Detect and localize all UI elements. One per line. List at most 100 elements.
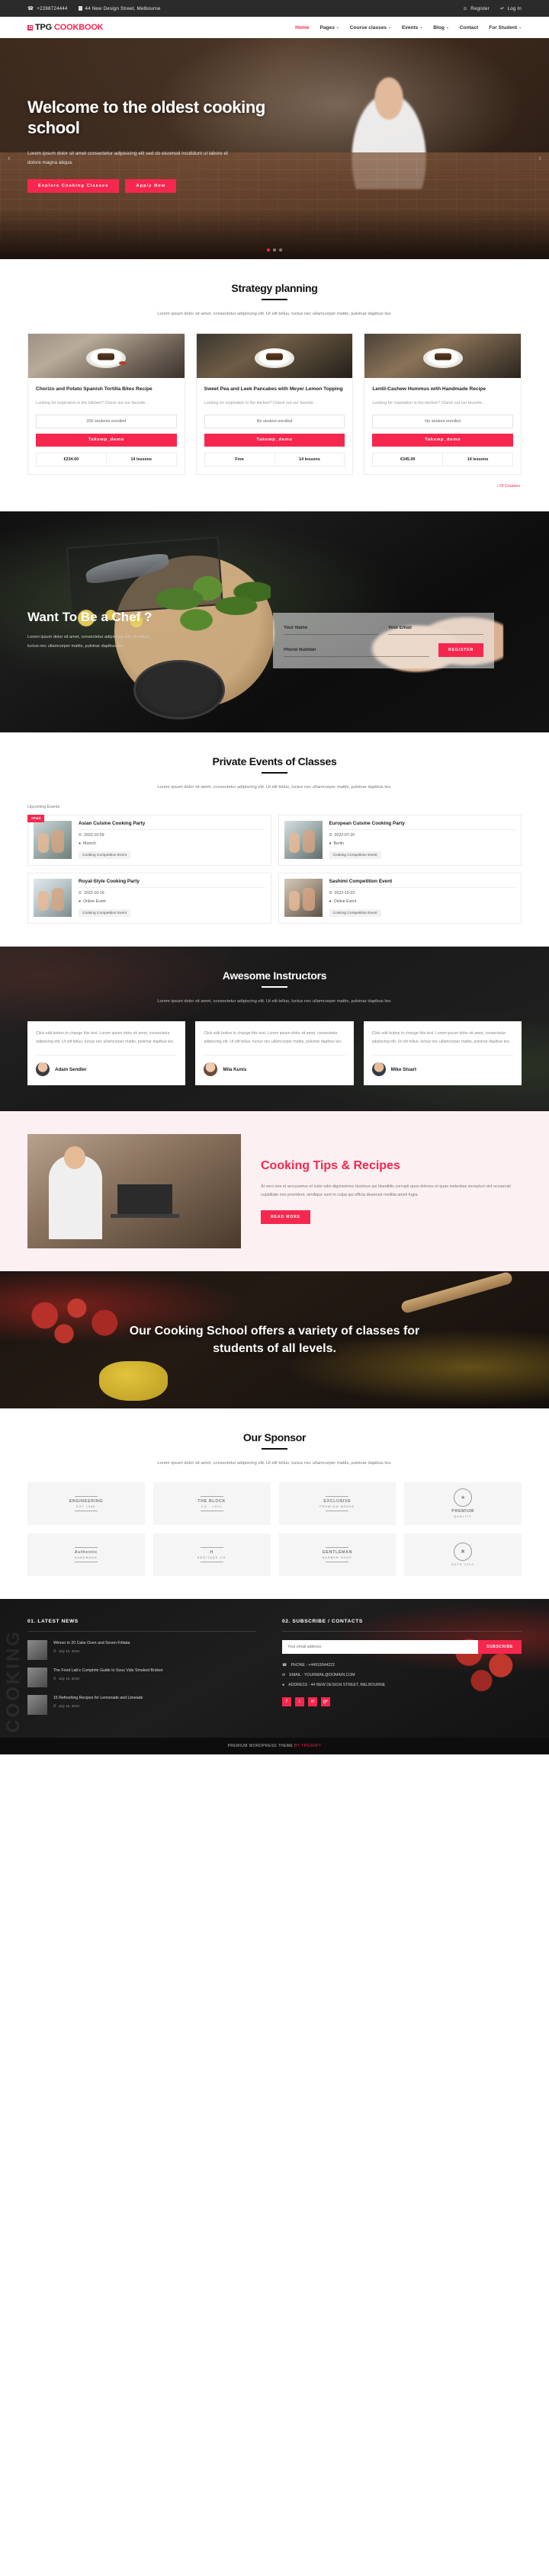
event-info: Sashimi Competition Event ⏱ 2022-10-23 ●… <box>329 879 516 918</box>
nav-item-contact[interactable]: Contact <box>460 25 479 30</box>
login-link[interactable]: ↵ Log In <box>500 5 522 12</box>
course-title: Lentil-Cashew Hummus with Handmade Recip… <box>372 386 486 392</box>
sponsor-logo[interactable]: GENTLEMAN BARBER SHOP <box>278 1533 396 1576</box>
course-cta-button[interactable]: Takewp_demo <box>36 433 177 447</box>
news-date-row: ⏱ July 15, 2018 <box>53 1649 256 1653</box>
sponsor-logo[interactable]: Authentic HANDMADE <box>27 1533 145 1576</box>
sponsor-logo[interactable]: EXCLUSIVE PREMIUM BRAND <box>278 1482 396 1525</box>
name-input[interactable] <box>284 622 379 635</box>
pepper-image <box>99 1361 168 1402</box>
instructor-card[interactable]: Click edit button to change this text. L… <box>363 1021 522 1086</box>
news-item[interactable]: Winner in 20 Cake Oven and Seven Frittat… <box>27 1639 256 1660</box>
nav-label: Pages <box>319 24 335 30</box>
event-card[interactable]: #Paid Asian Cuisine Cooking Party ⏱ 2022… <box>27 814 271 866</box>
footer-email-text: EMAIL : YOURMAIL@DOMAIN.COM <box>289 1672 355 1677</box>
course-meta: €234.00 14 lessons <box>36 452 177 466</box>
nav-label: Contact <box>459 24 479 30</box>
instructor-card[interactable]: Click edit button to change this text. L… <box>27 1021 186 1086</box>
event-card[interactable]: Sashimi Competition Event ⏱ 2022-10-23 ●… <box>278 872 522 924</box>
phone-icon: ☎ <box>27 6 34 11</box>
course-cta-button[interactable]: Takewp_demo <box>372 433 514 447</box>
sponsor-logo[interactable]: ENGINEERING EST 1986 <box>27 1482 145 1525</box>
facebook-icon[interactable]: f <box>282 1697 291 1706</box>
explore-classes-button[interactable]: Explore Cooking Classes <box>27 179 120 194</box>
carousel-next-arrow[interactable]: › <box>538 154 541 163</box>
linkedin-icon[interactable]: in <box>308 1697 317 1706</box>
copyright-brand[interactable]: BY TPGSOFT <box>294 1744 322 1748</box>
carousel-prev-arrow[interactable]: ‹ <box>8 154 11 163</box>
event-card[interactable]: Royal-Style Cooking Party ⏱ 2022-10-16 ●… <box>27 872 271 924</box>
nav-item-blog[interactable]: Blog ⌄ <box>433 25 448 30</box>
sponsor-logo[interactable]: H HERITAGE CO <box>152 1533 271 1576</box>
tips-title: Cooking Tips & Recipes <box>261 1159 400 1173</box>
carousel-dot[interactable] <box>273 248 276 252</box>
sponsor-logo[interactable]: ★ PREMIUM QUALITY <box>404 1482 522 1525</box>
register-link[interactable]: ☺ Register <box>462 6 489 11</box>
form-row-1 <box>284 622 483 635</box>
instructor-card[interactable]: Click edit button to change this text. L… <box>195 1021 354 1086</box>
brand-logo[interactable]: TPG COOKBOOK <box>27 23 104 32</box>
chevron-down-icon: ⌄ <box>518 25 522 29</box>
googleplus-icon[interactable]: g+ <box>321 1697 330 1706</box>
phone-input[interactable] <box>284 644 430 657</box>
events-subtitle: Lorem ipsum dolor sit amet, consectetur … <box>157 784 392 790</box>
course-card[interactable]: Lentil-Cashew Hummus with Handmade Recip… <box>364 332 522 475</box>
event-thumbnail <box>34 878 72 917</box>
nav-item-home[interactable]: Home <box>295 25 309 30</box>
register-submit-button[interactable]: REGISTER <box>438 642 483 657</box>
event-place-row: ● Online Event <box>329 899 516 904</box>
event-place-row: ● Berlin <box>329 841 516 846</box>
sponsor-logo[interactable]: THE BLOCK CO · 1924 <box>152 1482 271 1525</box>
carousel-dot[interactable] <box>279 248 282 252</box>
event-thumbnail <box>34 820 72 859</box>
rolling-pin-image <box>400 1271 514 1315</box>
carousel-dot[interactable] <box>267 248 270 252</box>
nav-label: For Student <box>489 24 518 30</box>
event-card[interactable]: European Cuisine Cooking Party ⏱ 2022-07… <box>278 814 522 866</box>
news-thumbnail <box>27 1667 47 1687</box>
nav-item-for-student[interactable]: For Student ⌄ <box>489 25 522 30</box>
course-thumbnail <box>28 333 185 378</box>
news-date: July 15, 2018 <box>58 1649 79 1654</box>
sponsor-logo[interactable]: ✖ ESTD 1910 <box>404 1533 522 1576</box>
course-card[interactable]: Sweet Pea and Leek Pancakes with Meyer L… <box>195 332 354 475</box>
instructor-identity: Mike Stuart <box>371 1055 513 1077</box>
nav-item-events[interactable]: Events ⌄ <box>402 25 422 30</box>
sponsor-name: H <box>210 1549 214 1555</box>
course-lessons: 14 lessons <box>130 457 152 462</box>
sponsor-name: Authentic <box>74 1549 98 1555</box>
twitter-icon[interactable]: t <box>295 1697 304 1706</box>
chef-banner-desc: Lorem ipsum dolor sit amet, consectetur … <box>27 634 151 649</box>
email-input[interactable] <box>388 622 483 635</box>
instructor-card-list: Click edit button to change this text. L… <box>27 1021 522 1086</box>
course-cta-button[interactable]: Takewp_demo <box>204 433 345 447</box>
footer-news-heading: 01. LATEST NEWS <box>27 1618 79 1624</box>
sponsor-section: Our Sponsor Lorem ipsum dolor sit amet, … <box>0 1408 549 1599</box>
subscribe-email-input[interactable] <box>282 1639 479 1654</box>
hero-buttons: Explore Cooking Classes Apply Now <box>27 179 279 194</box>
pin-icon: ● <box>329 841 332 846</box>
course-card[interactable]: Chorizo and Potato Spanish Tortilla Bite… <box>27 332 185 475</box>
strategy-subtitle: Lorem ipsum dolor sit amet, consectetur … <box>157 312 392 316</box>
course-lessons: 14 lessons <box>467 457 489 462</box>
phone-item[interactable]: ☎ +2288724444 <box>27 5 68 12</box>
course-meta: Free 14 lessons <box>204 452 345 466</box>
course-meta: €345.00 14 lessons <box>372 452 514 466</box>
sponsor-sub: EST 1986 <box>76 1504 96 1508</box>
apply-now-button[interactable]: Apply Now <box>125 179 177 194</box>
nav-item-pages[interactable]: Pages ⌄ <box>319 25 339 30</box>
event-title: Asian Cuisine Cooking Party <box>79 821 265 830</box>
nav-item-course-classes[interactable]: Course classes ⌄ <box>350 25 391 30</box>
subscribe-button[interactable]: SUBSCRIBE <box>478 1639 522 1654</box>
instructors-subtitle: Lorem ipsum dolor sit amet, consectetur … <box>157 998 392 1004</box>
news-item[interactable]: 15 Refreshing Recipes for Lemonade and L… <box>27 1694 256 1715</box>
news-item[interactable]: The Food Lab's Complete Guide to Sous Vi… <box>27 1667 256 1687</box>
see-all-courses-link[interactable]: › Of Courses <box>27 484 522 489</box>
read-more-button[interactable]: READ MORE <box>261 1210 310 1224</box>
nav-label: Blog <box>433 24 445 30</box>
title-underline <box>262 771 287 774</box>
events-title: Private Events of Classes <box>212 755 337 767</box>
user-plus-icon: ☺ <box>462 5 468 11</box>
footer-address-text: ADDRESS : 44 NEW DESIGN STREET, MELBOURN… <box>288 1682 386 1687</box>
news-title: The Food Lab's Complete Guide to Sous Vi… <box>53 1668 163 1673</box>
